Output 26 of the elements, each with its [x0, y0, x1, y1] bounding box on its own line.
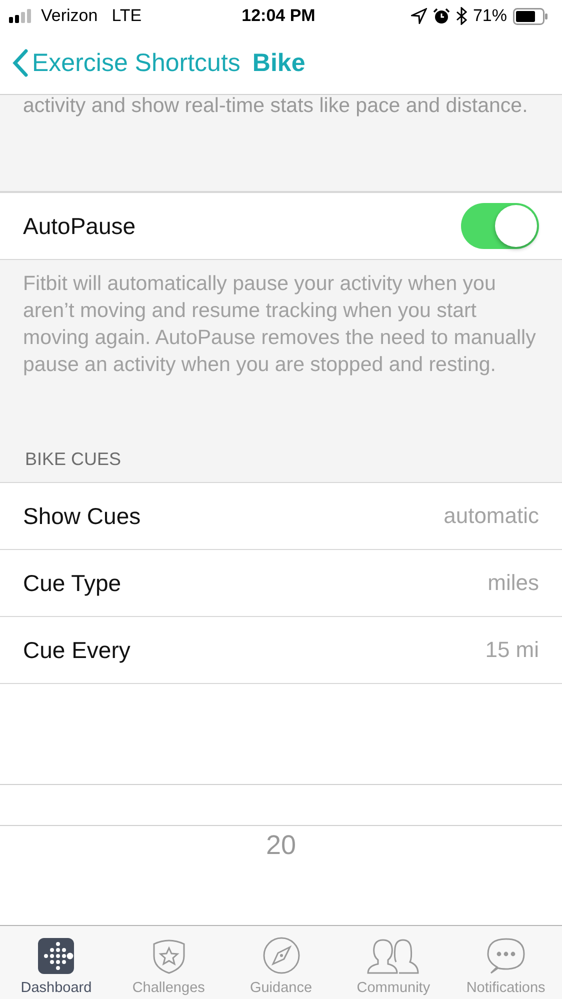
tab-bar-item[interactable]: Community — [337, 926, 450, 999]
back-button[interactable]: Exercise Shortcuts — [12, 48, 240, 78]
network-type: LTE — [112, 6, 142, 26]
chevron-left-icon — [12, 49, 28, 77]
autopause-description: Fitbit will automatically pause your activity when you aren’t moving and resume tracking when you start moving again. AutoPause removes the need to manually pause an activity when you are stopped and resting. — [23, 271, 537, 378]
compass-icon — [262, 937, 300, 974]
chat-bubble-icon — [486, 937, 525, 974]
autopause-label: AutoPause — [23, 212, 136, 240]
tab-bar-item[interactable]: Guidance — [224, 926, 338, 999]
alarm-clock-icon — [432, 8, 450, 24]
battery-percent: 71% — [472, 6, 507, 26]
page-title: Bike — [252, 48, 306, 78]
bluetooth-icon — [456, 7, 467, 25]
battery-icon — [512, 8, 548, 24]
picker-option[interactable]: 20 — [266, 830, 296, 860]
people-icon — [366, 938, 420, 974]
intro-text: activity and show real-time stats like pace and distance. — [23, 95, 529, 119]
dashboard-icon — [38, 938, 74, 974]
location-arrow-icon — [410, 8, 427, 24]
tab-bar-item[interactable]: Challenges — [112, 926, 225, 999]
tab-bar-item[interactable]: Notifications — [450, 926, 562, 999]
carrier-name: Verizon — [41, 6, 98, 26]
section-header: BIKE CUES — [24, 449, 122, 470]
autopause-toggle[interactable] — [461, 203, 539, 249]
status-time: 12:04 PM — [242, 6, 316, 26]
tab-bar-item[interactable]: Dashboard — [0, 926, 112, 999]
